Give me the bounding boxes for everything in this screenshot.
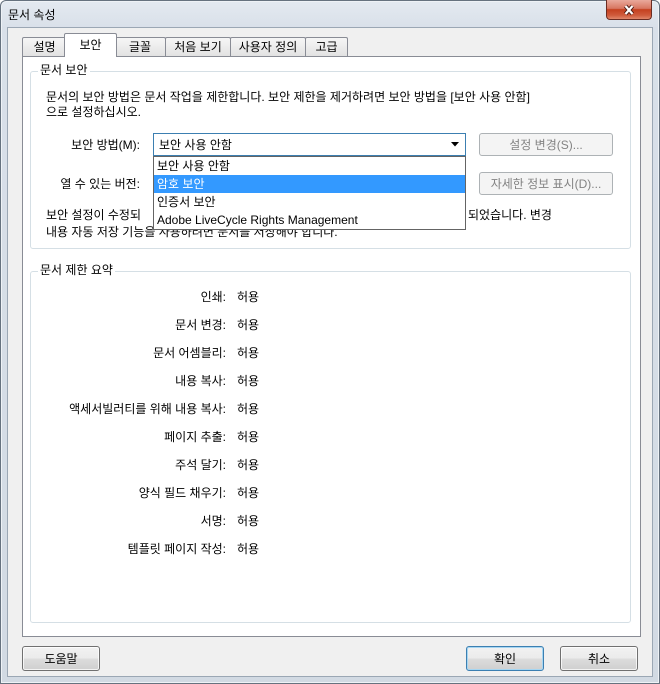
restriction-value: 허용 (237, 458, 260, 472)
restrictions-summary-group: 문서 제한 요약 인쇄: 허용 문서 변경: 허용 문서 어셈블리: 허용 내용… (30, 263, 631, 623)
restriction-label: 페이지 추출: (164, 430, 226, 444)
tab-security[interactable]: 보안 (64, 33, 117, 57)
tab-custom[interactable]: 사용자 정의 (230, 37, 306, 56)
close-icon (623, 4, 635, 15)
restriction-value: 허용 (237, 486, 260, 500)
change-settings-button[interactable]: 설정 변경(S)... (479, 133, 613, 156)
compatible-versions-label: 열 수 있는 버전: (60, 177, 140, 191)
restriction-value: 허용 (237, 346, 260, 360)
security-notice-line-1-end: 되었습니다. 변경 (468, 208, 552, 222)
security-notice-line-1-start: 보안 설정이 수정되 (46, 208, 141, 222)
dropdown-option-livecycle-rights[interactable]: Adobe LiveCycle Rights Management (154, 211, 465, 229)
restriction-value: 허용 (237, 374, 260, 388)
restriction-value: 허용 (237, 290, 260, 304)
restriction-label: 양식 필드 채우기: (138, 486, 226, 500)
tab-advanced[interactable]: 고급 (305, 37, 348, 56)
restriction-row-accessibility-copying: 액세서빌러티를 위해 내용 복사: 허용 (31, 402, 630, 416)
restriction-row-printing: 인쇄: 허용 (31, 290, 630, 304)
restriction-row-commenting: 주석 달기: 허용 (31, 458, 630, 472)
tab-label: 글꼴 (128, 40, 152, 54)
tab-description[interactable]: 설명 (22, 37, 67, 56)
show-details-button[interactable]: 자세한 정보 표시(D)... (479, 172, 613, 195)
dialog-client-area: 설명 보안 글꼴 처음 보기 사용자 정의 고급 문서 보안 문서의 보안 방법… (7, 27, 653, 677)
restriction-row-content-copying: 내용 복사: 허용 (31, 374, 630, 388)
restriction-row-template-pages: 템플릿 페이지 작성: 허용 (31, 542, 630, 556)
restriction-label: 문서 어셈블리: (153, 346, 226, 360)
ok-button[interactable]: 확인 (466, 646, 544, 671)
tab-label: 보안 (79, 37, 102, 52)
security-method-label: 보안 방법(M): (71, 138, 140, 152)
restriction-value: 허용 (237, 542, 260, 556)
restriction-row-signing: 서명: 허용 (31, 514, 630, 528)
security-description-line-2: 으로 설정하십시오. (46, 105, 141, 119)
restriction-row-page-extraction: 페이지 추출: 허용 (31, 430, 630, 444)
restriction-label: 문서 변경: (175, 318, 226, 332)
help-button[interactable]: 도움말 (22, 646, 100, 671)
security-tab-panel: 문서 보안 문서의 보안 방법은 문서 작업을 제한합니다. 보안 제한을 제거… (22, 56, 641, 637)
dropdown-option-no-security[interactable]: 보안 사용 안함 (154, 157, 465, 175)
restriction-row-changing-document: 문서 변경: 허용 (31, 318, 630, 332)
close-button[interactable] (606, 0, 652, 20)
restriction-label: 템플릿 페이지 작성: (127, 542, 226, 556)
dropdown-option-certificate-security[interactable]: 인증서 보안 (154, 193, 465, 211)
window-title: 문서 속성 (8, 8, 56, 22)
cancel-button[interactable]: 취소 (560, 646, 638, 671)
chevron-down-icon (451, 142, 459, 147)
restriction-value: 허용 (237, 430, 260, 444)
tab-label: 고급 (315, 40, 338, 54)
restriction-value: 허용 (237, 514, 260, 528)
restriction-value: 허용 (237, 402, 260, 416)
document-properties-dialog: 문서 속성 설명 보안 글꼴 처음 보기 사용자 정의 고급 문서 보안 문서의… (0, 0, 660, 684)
security-method-select[interactable]: 보안 사용 안함 (153, 133, 466, 156)
restriction-row-form-filling: 양식 필드 채우기: 허용 (31, 486, 630, 500)
restriction-value: 허용 (237, 318, 260, 332)
title-bar[interactable]: 문서 속성 (0, 0, 660, 28)
tab-initial-view[interactable]: 처음 보기 (165, 37, 231, 56)
tab-label: 설명 (33, 40, 56, 54)
restriction-label: 서명: (200, 514, 226, 528)
restriction-row-document-assembly: 문서 어셈블리: 허용 (31, 346, 630, 360)
tab-strip: 설명 보안 글꼴 처음 보기 사용자 정의 고급 (22, 33, 348, 57)
restriction-label: 주석 달기: (175, 458, 226, 472)
security-description-line-1: 문서의 보안 방법은 문서 작업을 제한합니다. 보안 제한을 제거하려면 보안… (46, 90, 530, 104)
group-title: 문서 제한 요약 (38, 263, 115, 277)
tab-label: 사용자 정의 (238, 40, 298, 54)
security-method-value: 보안 사용 안함 (159, 138, 232, 152)
dropdown-option-password-security[interactable]: 암호 보안 (154, 175, 465, 193)
restriction-label: 인쇄: (200, 290, 226, 304)
restriction-label: 액세서빌러티를 위해 내용 복사: (69, 402, 226, 416)
tab-fonts[interactable]: 글꼴 (114, 37, 166, 56)
group-title: 문서 보안 (38, 63, 90, 77)
tab-label: 처음 보기 (174, 40, 222, 54)
security-method-dropdown-list: 보안 사용 안함 암호 보안 인증서 보안 Adobe LiveCycle Ri… (153, 156, 466, 230)
restriction-label: 내용 복사: (175, 374, 226, 388)
